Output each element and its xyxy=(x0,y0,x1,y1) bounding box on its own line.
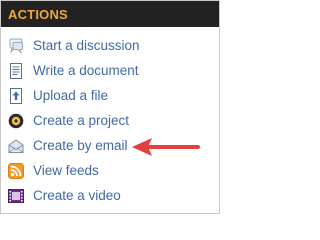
video-icon xyxy=(8,189,24,203)
action-label: Upload a file xyxy=(33,88,109,103)
action-create-by-email[interactable]: Create by email xyxy=(8,136,128,156)
document-icon xyxy=(10,63,22,79)
action-label: Start a discussion xyxy=(33,38,140,53)
project-icon xyxy=(8,113,24,129)
action-label: Write a document xyxy=(33,63,139,78)
action-upload-file[interactable]: Upload a file xyxy=(8,86,108,106)
action-label: Create a project xyxy=(33,113,130,128)
action-label: View feeds xyxy=(33,163,99,178)
action-label: Create by email xyxy=(33,138,128,153)
action-create-video[interactable]: Create a video xyxy=(8,186,121,206)
actions-panel: ACTIONS Start a discussion Write a docum… xyxy=(0,0,220,214)
action-create-project[interactable]: Create a project xyxy=(8,111,129,131)
actions-header: ACTIONS xyxy=(1,1,219,27)
upload-file-icon xyxy=(10,88,22,104)
panel-title: ACTIONS xyxy=(8,7,68,22)
discussion-icon xyxy=(9,38,23,54)
pointer-arrow-icon xyxy=(132,138,200,156)
action-label: Create a video xyxy=(33,188,121,203)
action-start-discussion[interactable]: Start a discussion xyxy=(8,36,140,56)
action-view-feeds[interactable]: View feeds xyxy=(8,161,99,181)
email-icon xyxy=(8,139,24,153)
action-write-document[interactable]: Write a document xyxy=(8,61,139,81)
rss-feed-icon xyxy=(8,163,24,179)
